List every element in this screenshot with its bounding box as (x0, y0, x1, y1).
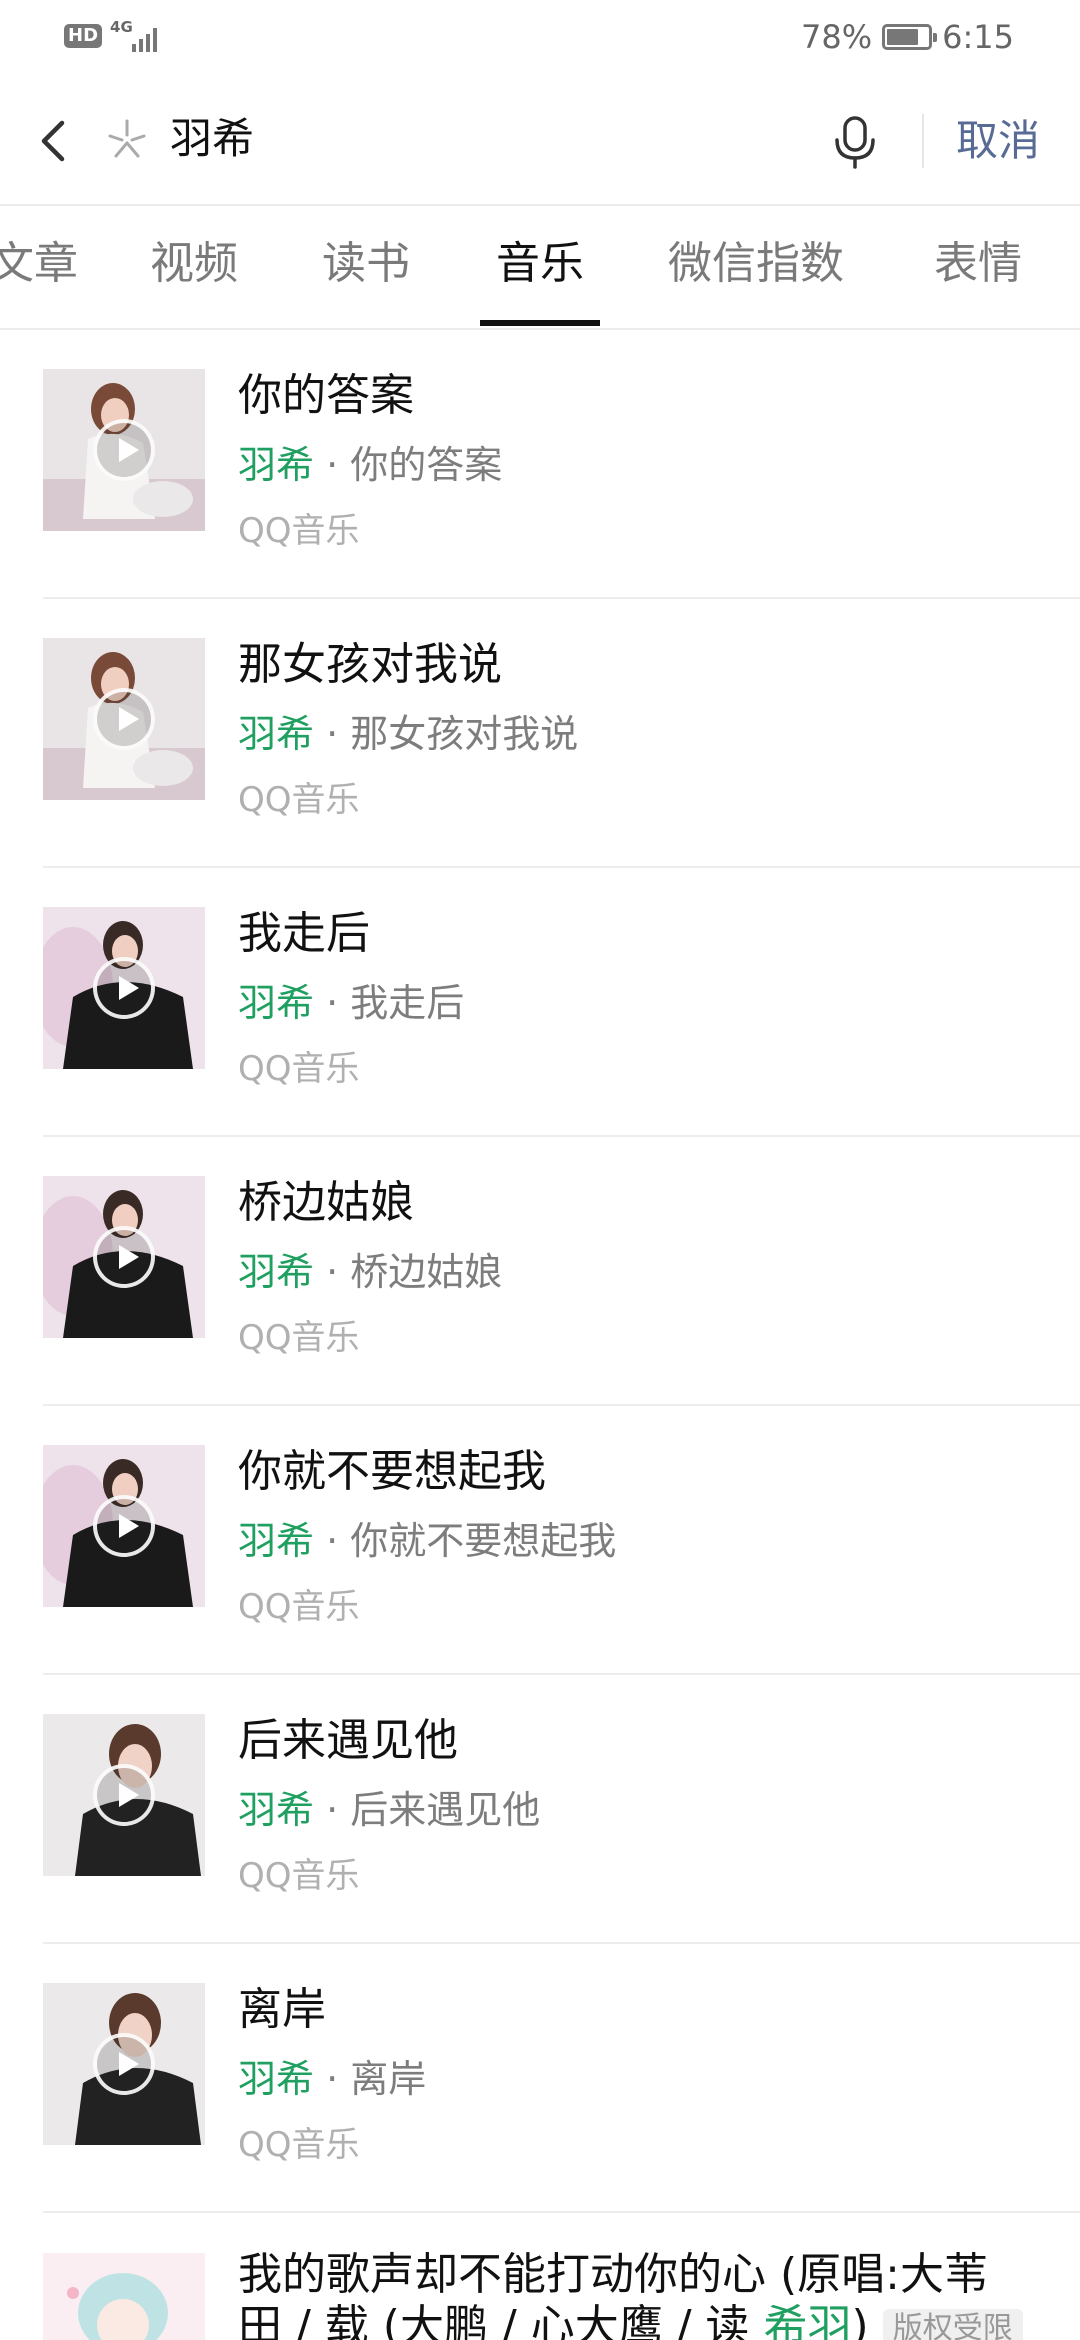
title-text-continued: 田 / 载 (大鹏 / 心大鹰 / 读 (238, 2301, 764, 2340)
album-cover[interactable] (43, 1714, 205, 1876)
cancel-button[interactable]: 取消 (956, 111, 1040, 171)
artist-name[interactable]: 羽希 (238, 443, 314, 487)
search-header: 羽希 取消 (0, 76, 1080, 206)
song-subtitle: 羽希 · 桥边姑娘 (238, 1247, 502, 1297)
active-tab-indicator (480, 320, 600, 326)
battery-percent: 78% (801, 18, 873, 56)
signal-icon: 4G (110, 18, 162, 52)
network-type: 4G (110, 18, 133, 36)
album-name: · 后来遇见他 (314, 1788, 541, 1832)
song-source: QQ音乐 (238, 1587, 360, 1627)
song-subtitle: 羽希 · 离岸 (238, 2054, 426, 2104)
song-title: 你就不要想起我 (238, 1446, 546, 1497)
album-name: · 离岸 (314, 2057, 427, 2101)
song-subtitle: 羽希 · 我走后 (238, 978, 464, 1028)
song-source: QQ音乐 (238, 2125, 360, 2165)
tab-music[interactable]: 音乐 (496, 234, 584, 294)
song-title: 后来遇见他 (238, 1715, 458, 1766)
song-subtitle: 羽希 · 后来遇见他 (238, 1785, 540, 1835)
album-cover[interactable] (43, 1445, 205, 1607)
album-name: · 你就不要想起我 (314, 1519, 617, 1563)
category-tabs: 文章 视频 读书 音乐 微信指数 表情 (0, 206, 1080, 328)
play-icon[interactable] (93, 957, 155, 1019)
microphone-button[interactable] (828, 114, 882, 170)
artist-name[interactable]: 羽希 (238, 1250, 314, 1294)
battery-icon (882, 24, 938, 50)
album-cover[interactable] (43, 1983, 205, 2145)
song-title: 我的歌声却不能打动你的心 (原唱:大苇田 / 载 (大鹏 / 心大鹰 / 读 希… (238, 2249, 1038, 2340)
song-subtitle: 羽希 · 你的答案 (238, 440, 502, 490)
tab-wechat-index[interactable]: 微信指数 (668, 234, 844, 294)
song-source: QQ音乐 (238, 1856, 360, 1896)
list-item[interactable]: 你就不要想起我 羽希 · 你就不要想起我 QQ音乐 (0, 1406, 1080, 1675)
album-cover[interactable] (43, 1176, 205, 1338)
album-name: · 你的答案 (314, 443, 503, 487)
title-text: 我的歌声却不能打动你的心 (原唱:大苇 (238, 2249, 988, 2300)
song-title: 那女孩对我说 (238, 639, 502, 690)
list-item[interactable]: 桥边姑娘 羽希 · 桥边姑娘 QQ音乐 (0, 1137, 1080, 1406)
album-cover[interactable] (43, 907, 205, 1069)
song-subtitle: 羽希 · 你就不要想起我 (238, 1516, 616, 1566)
tab-articles[interactable]: 文章 (0, 234, 78, 294)
list-item[interactable]: 离岸 羽希 · 离岸 QQ音乐 (0, 1944, 1080, 2213)
song-title: 桥边姑娘 (238, 1177, 414, 1228)
album-name: · 桥边姑娘 (314, 1250, 503, 1294)
song-title: 我走后 (238, 908, 370, 959)
artist-name[interactable]: 羽希 (238, 1519, 314, 1563)
album-name: · 我走后 (314, 981, 465, 1025)
album-cover[interactable] (43, 369, 205, 531)
artist-name[interactable]: 羽希 (238, 1788, 314, 1832)
song-source: QQ音乐 (238, 511, 360, 551)
play-icon[interactable] (93, 688, 155, 750)
header-divider (922, 114, 924, 168)
artist-name[interactable]: 羽希 (238, 2057, 314, 2101)
list-item[interactable]: 后来遇见他 羽希 · 后来遇见他 QQ音乐 (0, 1675, 1080, 1944)
list-item[interactable]: 我走后 羽希 · 我走后 QQ音乐 (0, 868, 1080, 1137)
status-left: HD 4G (64, 18, 162, 52)
artist-name[interactable]: 羽希 (238, 981, 314, 1025)
hd-badge: HD (64, 24, 103, 48)
clock: 6:15 (942, 18, 1014, 56)
song-title: 离岸 (238, 1984, 326, 2035)
play-icon[interactable] (93, 1764, 155, 1826)
music-results-list: 你的答案 羽希 · 你的答案 QQ音乐 那女孩对我说 羽希 · 那女孩对我说 Q… (0, 330, 1080, 2340)
status-right: 78% 6:15 (801, 18, 1014, 56)
song-source: QQ音乐 (238, 1318, 360, 1358)
tab-books[interactable]: 读书 (322, 234, 410, 294)
copyright-tag: 版权受限 (882, 2309, 1023, 2340)
album-cover[interactable] (43, 638, 205, 800)
play-icon[interactable] (93, 1226, 155, 1288)
artist-name[interactable]: 羽希 (238, 712, 314, 756)
back-button[interactable] (30, 111, 80, 171)
song-title: 你的答案 (238, 370, 414, 421)
song-source: QQ音乐 (238, 780, 360, 820)
title-text-end: ) (851, 2301, 869, 2340)
list-item[interactable]: 那女孩对我说 羽希 · 那女孩对我说 QQ音乐 (0, 599, 1080, 868)
play-icon[interactable] (93, 2033, 155, 2095)
song-source: QQ音乐 (238, 1049, 360, 1089)
chevron-left-icon (41, 120, 65, 162)
tab-stickers[interactable]: 表情 (934, 234, 1022, 294)
status-bar: HD 4G 78% 6:15 (0, 0, 1080, 76)
microphone-icon (835, 116, 875, 169)
list-item[interactable]: 你的答案 羽希 · 你的答案 QQ音乐 (0, 330, 1080, 599)
play-icon[interactable] (93, 1495, 155, 1557)
search-input[interactable]: 羽希 (170, 109, 254, 169)
highlight-keyword: 希羽 (763, 2301, 852, 2340)
tab-videos[interactable]: 视频 (150, 234, 238, 294)
album-name: · 那女孩对我说 (314, 712, 579, 756)
list-item[interactable]: 我的歌声却不能打动你的心 (原唱:大苇田 / 载 (大鹏 / 心大鹰 / 读 希… (0, 2213, 1080, 2340)
album-cover[interactable] (43, 2253, 205, 2340)
sparkle-icon (104, 116, 150, 162)
play-icon[interactable] (93, 419, 155, 481)
song-subtitle: 羽希 · 那女孩对我说 (238, 709, 578, 759)
